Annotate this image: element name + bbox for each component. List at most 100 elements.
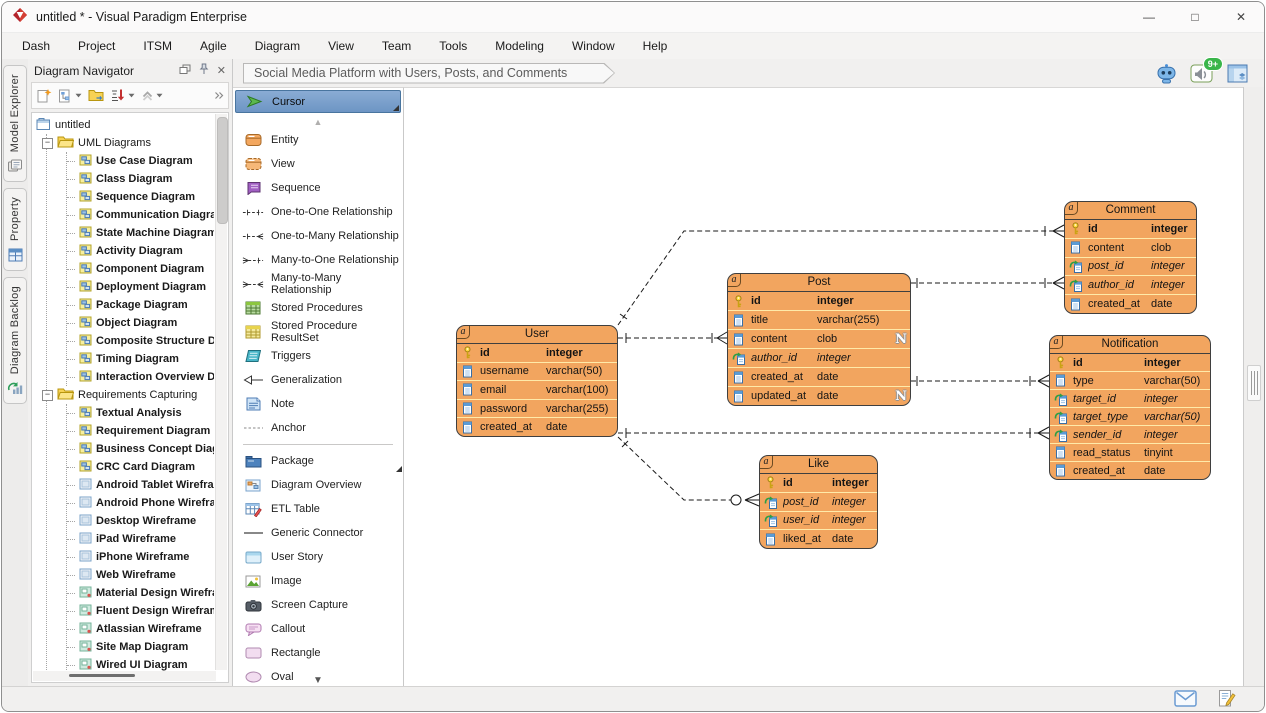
column-row-target-type[interactable]: target_type varchar(50) [1050, 408, 1210, 426]
entity-post[interactable]: a Post id integer title varchar(255) con… [727, 273, 911, 406]
side-tab-diagram-backlog[interactable]: Diagram Backlog [3, 277, 27, 404]
scrollbar-thumb[interactable] [69, 674, 135, 677]
column-row-created-at[interactable]: created_at date [728, 368, 910, 387]
column-row-content[interactable]: content clob N [728, 330, 910, 349]
entity-comment[interactable]: a Comment id integer content clob post_i… [1064, 201, 1197, 314]
palette-item-screen-capture[interactable]: Screen Capture [233, 593, 403, 617]
tree-item-business-concept-diagram[interactable]: Business Concept Diagram [67, 440, 214, 458]
palette-item-note[interactable]: Note [233, 392, 403, 416]
column-row-type[interactable]: type varchar(50) [1050, 372, 1210, 390]
side-tab-model-explorer[interactable]: Model Explorer [3, 65, 27, 182]
column-row-target-id[interactable]: target_id integer [1050, 390, 1210, 408]
palette-item-many-to-one-relationship[interactable]: Many-to-One Relationship [233, 248, 403, 272]
menu-view[interactable]: View [314, 35, 368, 57]
tree-item-desktop-wireframe[interactable]: Desktop Wireframe [67, 512, 214, 530]
tree-item-sequence-diagram[interactable]: Sequence Diagram [67, 188, 214, 206]
column-row-id[interactable]: id integer [728, 292, 910, 311]
entity-user[interactable]: a User id integer username varchar(50) e… [456, 325, 618, 437]
palette-item-sequence[interactable]: Sequence [233, 176, 403, 200]
breadcrumb[interactable]: Social Media Platform with Users, Posts,… [243, 63, 615, 84]
menu-help[interactable]: Help [629, 35, 682, 57]
palette-item-one-to-one-relationship[interactable]: One-to-One Relationship [233, 200, 403, 224]
side-tab-property[interactable]: Property [3, 188, 27, 271]
relationship-user-like[interactable] [618, 437, 759, 506]
palette-item-package[interactable]: Package [233, 449, 403, 473]
palette-item-stored-procedures[interactable]: Stored Procedures [233, 296, 403, 320]
tree-item-package-diagram[interactable]: Package Diagram [67, 296, 214, 314]
relationship-user-post[interactable] [618, 332, 727, 344]
palette-item-image[interactable]: Image [233, 569, 403, 593]
tree-item-class-diagram[interactable]: Class Diagram [67, 170, 214, 188]
menu-dash[interactable]: Dash [8, 35, 64, 57]
column-row-author-id[interactable]: author_id integer [1065, 276, 1196, 295]
column-row-created-at[interactable]: created_at date [1065, 295, 1196, 313]
column-row-email[interactable]: email varchar(100) [457, 381, 617, 400]
tree-item-web-wireframe[interactable]: Web Wireframe [67, 566, 214, 584]
pin-panel-icon[interactable] [199, 63, 209, 78]
layout-icon[interactable] [1227, 64, 1248, 83]
palette-item-many-to-many-relationship[interactable]: Many-to-Many Relationship [233, 272, 403, 296]
scrollbar-thumb[interactable] [217, 117, 228, 224]
column-row-id[interactable]: id integer [1050, 354, 1210, 372]
column-row-author-id[interactable]: author_id integer [728, 349, 910, 368]
palette-item-rectangle[interactable]: Rectangle [233, 641, 403, 665]
column-row-liked-at[interactable]: liked_at date [760, 530, 877, 548]
tree-item-material-design-wireframe[interactable]: Material Design Wireframe [67, 584, 214, 602]
palette-item-view[interactable]: View [233, 152, 403, 176]
menu-window[interactable]: Window [558, 35, 629, 57]
column-row-content[interactable]: content clob [1065, 239, 1196, 258]
tree-item-composite-structure-diagram[interactable]: Composite Structure Diagram [67, 332, 214, 350]
tree-item-timing-diagram[interactable]: Timing Diagram [67, 350, 214, 368]
tree-item-communication-diagram[interactable]: Communication Diagram [67, 206, 214, 224]
tree-item-android-phone-wireframe[interactable]: Android Phone Wireframe [67, 494, 214, 512]
tree-item-atlassian-wireframe[interactable]: Atlassian Wireframe [67, 620, 214, 638]
column-row-read-status[interactable]: read_status tinyint [1050, 444, 1210, 462]
palette-item-diagram-overview[interactable]: Diagram Overview [233, 473, 403, 497]
minimize-button[interactable]: — [1126, 2, 1172, 32]
palette-item-cursor[interactable]: Cursor [235, 90, 401, 113]
tree-item-deployment-diagram[interactable]: Deployment Diagram [67, 278, 214, 296]
column-row-user-id[interactable]: user_id integer [760, 512, 877, 531]
close-button[interactable]: ✕ [1218, 2, 1264, 32]
notes-icon[interactable] [1217, 689, 1236, 712]
tree-item-object-diagram[interactable]: Object Diagram [67, 314, 214, 332]
tree-item-fluent-design-wireframe[interactable]: Fluent Design Wireframe [67, 602, 214, 620]
menu-tools[interactable]: Tools [425, 35, 481, 57]
palette-scroll-down[interactable]: ▼ [299, 675, 337, 686]
column-row-created-at[interactable]: created_at date [457, 418, 617, 436]
new-diagram-button[interactable] [34, 86, 54, 106]
column-row-title[interactable]: title varchar(255) [728, 311, 910, 330]
palette-item-user-story[interactable]: User Story [233, 545, 403, 569]
maximize-button[interactable]: □ [1172, 2, 1218, 32]
column-row-post-id[interactable]: post_id integer [760, 493, 877, 512]
column-row-post-id[interactable]: post_id integer [1065, 258, 1196, 277]
column-row-username[interactable]: username varchar(50) [457, 363, 617, 382]
float-panel-icon[interactable] [179, 64, 191, 78]
palette-item-anchor[interactable]: Anchor [233, 416, 403, 440]
column-row-id[interactable]: id integer [457, 344, 617, 363]
column-row-updated-at[interactable]: updated_at date N [728, 387, 910, 405]
tree-item-requirement-diagram[interactable]: Requirement Diagram [67, 422, 214, 440]
sort-button[interactable] [109, 86, 137, 105]
tree-item-component-diagram[interactable]: Component Diagram [67, 260, 214, 278]
tree-item-android-tablet-wireframe[interactable]: Android Tablet Wireframe [67, 476, 214, 494]
palette-item-entity[interactable]: Entity [233, 128, 403, 152]
assistant-icon[interactable] [1155, 63, 1178, 84]
tree-item-interaction-overview-diagram[interactable]: Interaction Overview Diagram [67, 368, 214, 386]
menu-diagram[interactable]: Diagram [241, 35, 314, 57]
diagram-canvas[interactable]: a User id integer username varchar(50) e… [404, 87, 1243, 686]
menu-agile[interactable]: Agile [186, 35, 241, 57]
tree-group-requirements-capturing[interactable]: − Requirements Capturing [47, 386, 214, 404]
palette-item-etl-table[interactable]: ETL Table [233, 497, 403, 521]
announcements-icon[interactable]: 9+ [1190, 63, 1215, 84]
column-row-sender-id[interactable]: sender_id integer [1050, 426, 1210, 444]
palette-item-stored-procedure-resultset[interactable]: Stored Procedure ResultSet [233, 320, 403, 344]
tree-item-state-machine-diagram[interactable]: State Machine Diagram [67, 224, 214, 242]
column-row-id[interactable]: id integer [1065, 220, 1196, 239]
entity-like[interactable]: a Like id integer post_id integer user_i… [759, 455, 878, 549]
menu-team[interactable]: Team [368, 35, 425, 57]
tree-item-site-map-diagram[interactable]: Site Map Diagram [67, 638, 214, 656]
tree-item-activity-diagram[interactable]: Activity Diagram [67, 242, 214, 260]
tree-item-use-case-diagram[interactable]: Use Case Diagram [67, 152, 214, 170]
palette-item-triggers[interactable]: Triggers [233, 344, 403, 368]
